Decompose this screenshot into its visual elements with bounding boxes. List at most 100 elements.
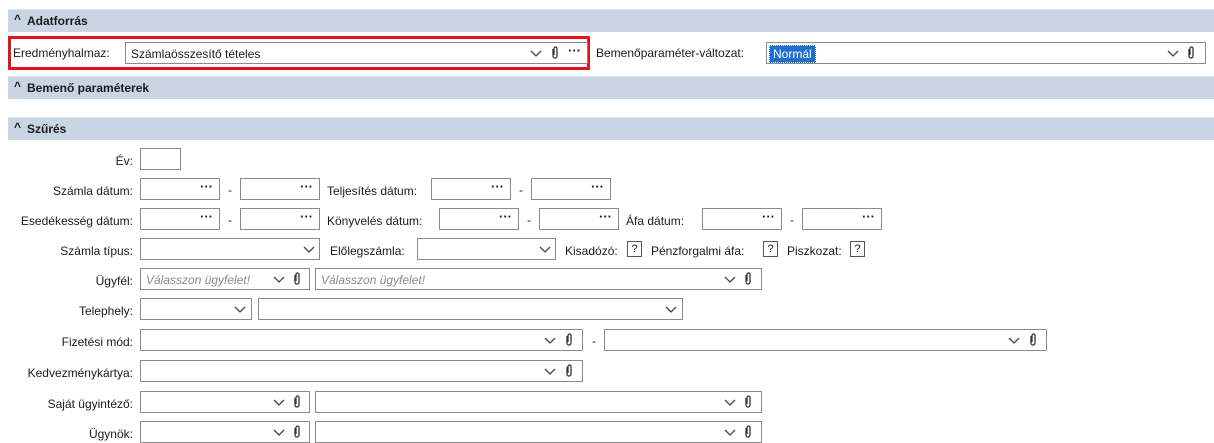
- invoice-type-label: Számla típus:: [60, 244, 133, 258]
- site-label: Telephely:: [78, 304, 133, 318]
- draft-label: Piszkozat:: [787, 244, 842, 258]
- paperclip-icon[interactable]: [743, 272, 753, 286]
- section-title-datasource: Adatforrás: [27, 14, 88, 28]
- site-name-select[interactable]: [258, 298, 683, 320]
- paperclip-icon[interactable]: [564, 333, 574, 347]
- agent-name-combobox[interactable]: [315, 421, 762, 443]
- section-header-input-params[interactable]: ^ Bemenő paraméterek: [8, 76, 1214, 99]
- discount-card-combobox[interactable]: [140, 360, 583, 382]
- small-taxpayer-checkbox[interactable]: ?: [627, 241, 642, 257]
- own-agent-code-combobox[interactable]: [140, 391, 310, 413]
- chevron-up-icon: ^: [14, 12, 22, 26]
- ellipsis-icon[interactable]: ···: [599, 209, 612, 224]
- chevron-down-icon[interactable]: [539, 246, 551, 254]
- range-dash: -: [790, 213, 794, 227]
- result-set-value: Számlaösszesítő tételes: [131, 47, 261, 61]
- chevron-down-icon[interactable]: [1167, 50, 1179, 58]
- ellipsis-icon[interactable]: ···: [762, 209, 775, 224]
- cash-vat-checkbox[interactable]: ?: [763, 241, 778, 257]
- section-header-filter[interactable]: ^ Szűrés: [8, 117, 1214, 140]
- range-dash: -: [519, 183, 523, 197]
- chevron-down-icon[interactable]: [234, 306, 246, 314]
- section-header-datasource[interactable]: ^ Adatforrás: [8, 9, 1214, 32]
- paperclip-icon[interactable]: [743, 425, 753, 439]
- variant-selected-text: Normál: [769, 45, 816, 63]
- payment-method-from[interactable]: [140, 329, 583, 351]
- ellipsis-icon[interactable]: ···: [300, 209, 313, 224]
- chevron-down-icon[interactable]: [724, 399, 736, 407]
- paperclip-icon[interactable]: [1028, 333, 1038, 347]
- range-dash: -: [228, 213, 232, 227]
- own-agent-name-combobox[interactable]: [315, 391, 762, 413]
- result-set-combobox[interactable]: Számlaösszesítő tételes ···: [125, 42, 588, 64]
- chevron-up-icon: ^: [14, 120, 22, 134]
- vat-date-from[interactable]: ···: [702, 208, 782, 230]
- range-dash: -: [228, 183, 232, 197]
- vat-date-label: Áfa dátum:: [626, 214, 685, 228]
- ellipsis-icon[interactable]: ···: [200, 179, 213, 194]
- customer-name-combobox[interactable]: Válasszon ügyfelet!: [315, 268, 762, 290]
- range-dash: -: [592, 334, 596, 348]
- draft-checkbox[interactable]: ?: [850, 241, 865, 257]
- customer-code-combobox[interactable]: Válasszon ügyfelet!: [140, 268, 310, 290]
- chevron-down-icon[interactable]: [530, 50, 542, 58]
- invoice-type-select[interactable]: [140, 238, 320, 260]
- cash-vat-label: Pénzforgalmi áfa:: [651, 244, 745, 258]
- due-date-from[interactable]: ···: [140, 208, 220, 230]
- ellipsis-icon[interactable]: ···: [862, 209, 875, 224]
- site-code-select[interactable]: [140, 298, 252, 320]
- year-input[interactable]: [140, 148, 181, 170]
- ellipsis-icon[interactable]: ···: [200, 209, 213, 224]
- small-taxpayer-label: Kisadózó:: [565, 244, 618, 258]
- ellipsis-icon[interactable]: ···: [591, 179, 604, 194]
- chevron-up-icon: ^: [14, 79, 22, 93]
- chevron-down-icon[interactable]: [665, 306, 677, 314]
- booking-date-from[interactable]: ···: [439, 208, 519, 230]
- section-title-filter: Szűrés: [27, 122, 67, 136]
- completion-date-from[interactable]: ···: [431, 178, 511, 200]
- own-agent-label: Saját ügyintéző:: [47, 397, 133, 411]
- paperclip-icon[interactable]: [743, 395, 753, 409]
- invoice-date-label: Számla dátum:: [52, 184, 133, 198]
- chevron-down-icon[interactable]: [1008, 337, 1020, 345]
- paperclip-icon[interactable]: [1186, 46, 1196, 60]
- chevron-down-icon[interactable]: [724, 276, 736, 284]
- invoice-date-to[interactable]: ···: [240, 178, 320, 200]
- customer-code-placeholder: Válasszon ügyfelet!: [146, 273, 251, 287]
- advance-invoice-select[interactable]: [417, 238, 556, 260]
- advance-invoice-label: Előlegszámla:: [330, 244, 405, 258]
- booking-date-label: Könyvelés dátum:: [327, 214, 423, 228]
- due-date-to[interactable]: ···: [240, 208, 320, 230]
- ellipsis-icon[interactable]: ···: [499, 209, 512, 224]
- variant-combobox[interactable]: [766, 42, 1206, 64]
- agent-code-combobox[interactable]: [140, 421, 310, 443]
- chevron-down-icon[interactable]: [303, 246, 315, 254]
- result-set-label: Eredményhalmaz:: [13, 46, 110, 60]
- chevron-down-icon[interactable]: [724, 429, 736, 437]
- completion-date-to[interactable]: ···: [531, 178, 611, 200]
- payment-method-to[interactable]: [604, 329, 1047, 351]
- range-dash: -: [527, 213, 531, 227]
- customer-label: Ügyfél:: [95, 274, 133, 288]
- paperclip-icon[interactable]: [292, 395, 302, 409]
- chevron-down-icon[interactable]: [273, 429, 285, 437]
- year-label: Év:: [115, 154, 133, 168]
- paperclip-icon[interactable]: [564, 364, 574, 378]
- more-icon[interactable]: ···: [568, 43, 581, 58]
- chevron-down-icon[interactable]: [273, 276, 285, 284]
- variant-label: Bemenőparaméter-változat:: [596, 46, 745, 60]
- ellipsis-icon[interactable]: ···: [491, 179, 504, 194]
- booking-date-to[interactable]: ···: [539, 208, 619, 230]
- chevron-down-icon[interactable]: [544, 337, 556, 345]
- payment-method-label: Fizetési mód:: [61, 335, 133, 349]
- section-title-input-params: Bemenő paraméterek: [27, 81, 150, 95]
- paperclip-icon[interactable]: [292, 425, 302, 439]
- paperclip-icon[interactable]: [550, 46, 560, 60]
- invoice-date-from[interactable]: ···: [140, 178, 220, 200]
- chevron-down-icon[interactable]: [273, 399, 285, 407]
- customer-name-placeholder: Válasszon ügyfelet!: [321, 273, 426, 287]
- ellipsis-icon[interactable]: ···: [300, 179, 313, 194]
- paperclip-icon[interactable]: [292, 272, 302, 286]
- vat-date-to[interactable]: ···: [802, 208, 882, 230]
- chevron-down-icon[interactable]: [544, 368, 556, 376]
